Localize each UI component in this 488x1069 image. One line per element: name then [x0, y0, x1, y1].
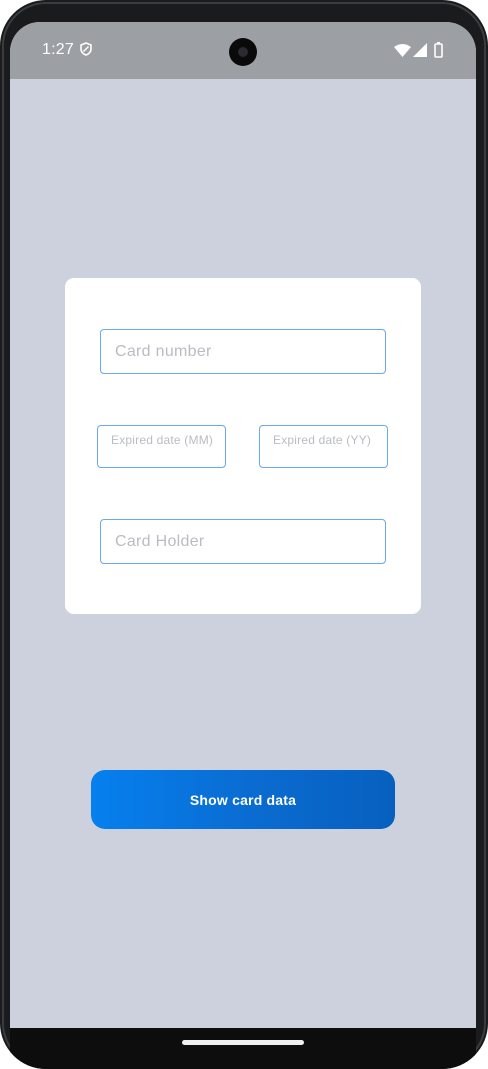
expiry-month-field[interactable]: Expired date (MM) [97, 425, 226, 468]
expiry-month-placeholder: Expired date (MM) [111, 433, 214, 447]
cellular-signal-icon [413, 43, 427, 62]
show-card-data-button[interactable]: Show card data [91, 770, 395, 829]
status-time: 1:27 [42, 41, 74, 58]
battery-icon [434, 42, 443, 63]
card-number-input[interactable] [101, 330, 385, 373]
card-holder-input[interactable] [101, 520, 385, 563]
card-number-field[interactable] [100, 329, 386, 374]
expiry-year-field[interactable]: Expired date (YY) [259, 425, 388, 468]
status-bar: 1:27 [10, 22, 476, 79]
card-form-panel: Expired date (MM) Expired date (YY) [65, 278, 421, 614]
navigation-bar [10, 1028, 476, 1069]
app-screen: 1:27 Card number Expired date (MM) Expir… [10, 22, 476, 1028]
wifi-icon [394, 44, 411, 62]
card-holder-field[interactable] [100, 519, 386, 564]
expiry-year-placeholder: Expired date (YY) [273, 433, 372, 447]
front-camera [229, 38, 257, 66]
shield-icon [80, 42, 92, 61]
phone-frame: 1:27 Card number Expired date (MM) Expir… [0, 0, 488, 1069]
home-gesture-handle[interactable] [182, 1040, 304, 1045]
